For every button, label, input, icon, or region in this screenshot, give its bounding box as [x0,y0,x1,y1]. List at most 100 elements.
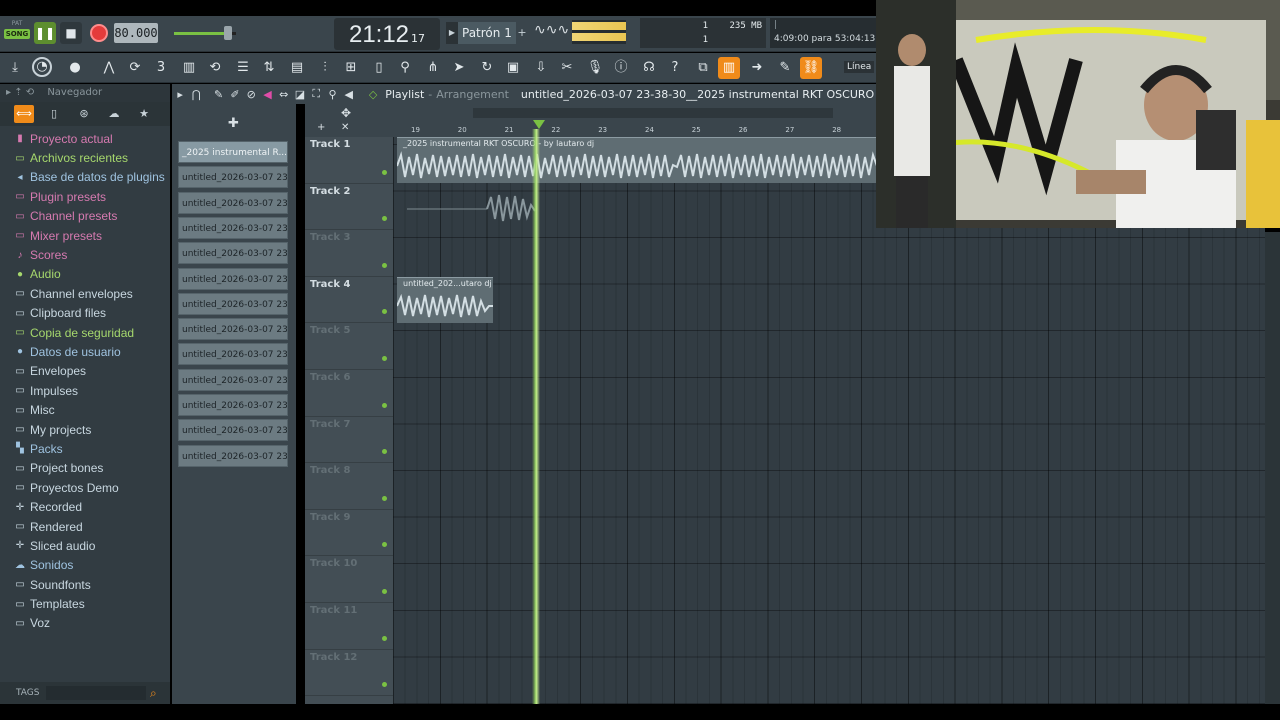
audio-clip-track4[interactable]: untitled_202...utaro dj [397,277,493,323]
browser-item[interactable]: ▭ Proyectos Demo [14,478,170,497]
link-icon[interactable]: ⛓ [800,57,822,79]
download-icon[interactable]: ⤓ [4,57,26,79]
playback-tool-icon[interactable]: ◀ [341,88,357,101]
pat-song-toggle[interactable]: PAT SONG [4,20,30,48]
browser-item[interactable]: ▭ Templates [14,594,170,613]
browser-item[interactable]: ▭ Copia de seguridad [14,323,170,342]
tool-1-icon[interactable]: ⋀ [98,57,120,79]
browser-item[interactable]: ▭ Plugin presets [14,187,170,206]
master-volume-knob[interactable] [224,26,232,40]
tool-3-icon[interactable]: 3 [150,57,172,79]
draw-tool-icon[interactable]: ✎ [211,88,227,101]
menu-arrow-icon[interactable]: ▸ ⇡ ⟲ [6,87,34,98]
wait-input-icon[interactable]: ● [64,57,86,79]
next-icon[interactable]: ➜ [746,57,768,79]
tab-star-icon[interactable]: ★ [134,105,154,123]
pattern-item[interactable]: untitled_2026-03-07 23-... [178,368,288,391]
pattern-item[interactable]: untitled_2026-03-07 23-... [178,343,288,366]
pattern-item[interactable]: untitled_2026-03-07 23-... [178,216,288,239]
tab-plugins-icon[interactable]: ⊛ [74,105,94,123]
snap-selector[interactable]: Línea [844,61,875,73]
pattern-list-icon[interactable]: ✚ [228,116,239,131]
browser-item[interactable]: ◂ Base de datos de plugins [14,168,170,187]
play-arrow-icon[interactable]: ▸ [172,88,188,101]
track-enable-led[interactable] [382,309,387,315]
timeline-ruler[interactable]: 19 20 21 22 23 24 25 26 27 28 [393,104,876,137]
browser-item[interactable]: ☁ Sonidos [14,556,170,575]
track-header[interactable]: Track 9 [305,510,393,557]
track-header[interactable]: Track 11 [305,603,393,650]
browser-item[interactable]: ▭ Project bones [14,459,170,478]
tab-cloud-icon[interactable]: ☁ [104,105,124,123]
mixer-icon[interactable]: ⫶ [314,57,336,79]
save-icon[interactable]: ▣ [502,57,524,79]
pattern-item[interactable]: untitled_2026-03-07 23-... [178,292,288,315]
loop-region[interactable] [473,108,833,118]
plugin-icon[interactable]: ⚲ [394,57,416,79]
track-enable-led[interactable] [382,682,387,688]
arrow-tool-icon[interactable]: ➤ [448,57,470,79]
browser-item[interactable]: ✛ Sliced audio [14,536,170,555]
pen-icon[interactable]: ✎ [774,57,796,79]
pattern-item[interactable]: untitled_2026-03-07 23-... [178,267,288,290]
track-enable-led[interactable] [382,355,387,361]
track-header[interactable]: Track 12 [305,650,393,697]
piano-icon[interactable]: ▥ [718,57,740,79]
help-icon[interactable]: ? [664,57,686,79]
pattern-item[interactable]: untitled_2026-03-07 23-... [178,444,288,467]
add-pattern-icon[interactable]: + [516,22,528,44]
browser-item[interactable]: ▭ Channel presets [14,207,170,226]
window-icon[interactable]: ⧉ [692,57,714,79]
browser-item[interactable]: ✛ Recorded [14,497,170,516]
tool-5-icon[interactable]: ⟲ [204,57,226,79]
stop-button[interactable]: ■ [60,22,82,44]
render-icon[interactable]: ⇩ [530,57,552,79]
tool-4-icon[interactable]: ▥ [178,57,200,79]
browser-item[interactable]: ▭ Clipboard files [14,304,170,323]
channel-rack-icon[interactable]: ⊞ [340,57,362,79]
zoom-tool-icon[interactable]: ⚲ [324,88,340,101]
pause-button[interactable]: ❚❚ [34,22,56,44]
track-enable-led[interactable] [382,542,387,548]
pattern-item[interactable]: untitled_2026-03-07 23-... [178,191,288,214]
playhead-marker[interactable] [533,120,545,129]
info-icon[interactable]: ⓘ [610,57,632,79]
record-button[interactable] [88,22,110,44]
pattern-selector[interactable]: ▶ Patrón 1 + [446,22,528,44]
track-header[interactable]: Track 4 [305,277,393,324]
waveform-monitor-icon[interactable]: ∿∿∿ [534,22,569,44]
browser-item[interactable]: ▭ Impulses [14,381,170,400]
browser-item[interactable]: ▭ Rendered [14,517,170,536]
track-enable-led[interactable] [382,262,387,268]
track-add-icon[interactable]: + [317,122,325,133]
track-enable-led[interactable] [382,635,387,641]
select-tool-icon[interactable]: ⛶ [308,87,324,101]
tool-2-icon[interactable]: ⟳ [124,57,146,79]
browser-item[interactable]: ▭ Voz [14,614,170,633]
browser-item[interactable]: ▭ My projects [14,420,170,439]
tool-7-icon[interactable]: ⇅ [258,57,280,79]
track-move-icon[interactable]: ✥ [341,106,351,120]
cut-icon[interactable]: ✂ [556,57,578,79]
track-enable-led[interactable] [382,216,387,222]
browser-item[interactable]: ▚ Packs [14,439,170,458]
track-header[interactable]: Track 8 [305,463,393,510]
pattern-item[interactable]: untitled_2026-03-07 23-... [178,419,288,442]
track-close-icon[interactable]: ✕ [341,122,349,133]
track-enable-led[interactable] [382,402,387,408]
tab-all-icon[interactable]: ⟺ [14,105,34,123]
playlist-subtitle[interactable]: Arrangement [436,88,509,101]
track-enable-led[interactable] [382,588,387,594]
loop-icon[interactable]: ↻ [476,57,498,79]
track-enable-led[interactable] [382,495,387,501]
pattern-item[interactable]: untitled_2026-03-07 23-... [178,394,288,416]
browser-item[interactable]: ▭ Misc [14,400,170,419]
track-enable-led[interactable] [382,169,387,175]
slip-tool-icon[interactable]: ⇔ [276,88,292,101]
browser-item[interactable]: ▭ Envelopes [14,362,170,381]
microphone-icon[interactable]: 🎙 [584,57,606,79]
track-header[interactable]: Track 2 [305,184,393,231]
track-header[interactable]: Track 3 [305,230,393,277]
browser-item[interactable]: ▮ Proyecto actual [14,129,170,148]
browser-item[interactable]: ● Audio [14,265,170,284]
